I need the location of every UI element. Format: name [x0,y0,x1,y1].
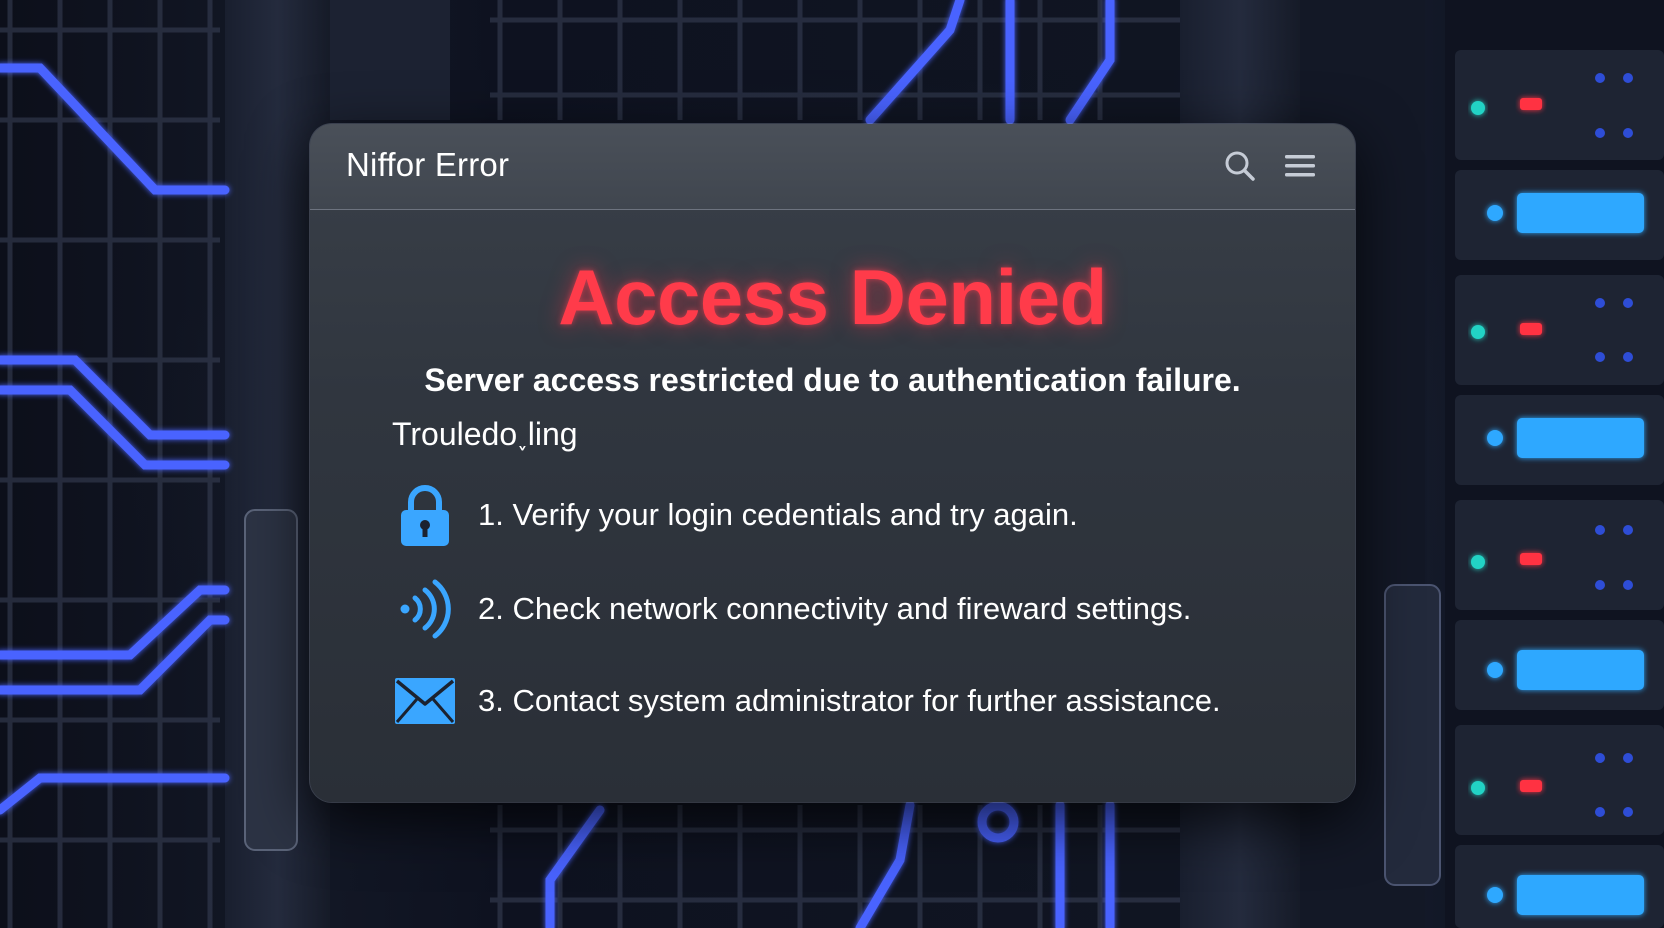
troubleshooting-label: Trouledo˯ling [392,416,578,452]
error-heading: Access Denied [558,253,1107,341]
envelope-icon [392,668,458,734]
step-text: 2. Check network connectivity and firewa… [478,591,1192,626]
search-button[interactable] [1220,146,1260,186]
step-text: 3. Contact system administrator for furt… [478,683,1221,718]
window-title: Niffor Error [346,146,510,183]
error-dialog: Niffor Error Access Denied Server access… [310,124,1355,802]
error-message: Server access restricted due to authenti… [424,362,1241,398]
wireless-signal-icon [392,576,458,642]
search-icon [1225,151,1255,181]
dialog-titlebar: Niffor Error [310,124,1355,210]
hamburger-menu-icon [1285,155,1315,177]
menu-button[interactable] [1280,146,1320,186]
step-text: 1. Verify your login cedentials and try … [478,497,1078,532]
step-item: 1. Verify your login cedentials and try … [392,480,1078,550]
step-item: 2. Check network connectivity and firewa… [392,574,1191,644]
step-item: 3. Contact system administrator for furt… [392,666,1221,736]
lock-icon [392,482,458,548]
